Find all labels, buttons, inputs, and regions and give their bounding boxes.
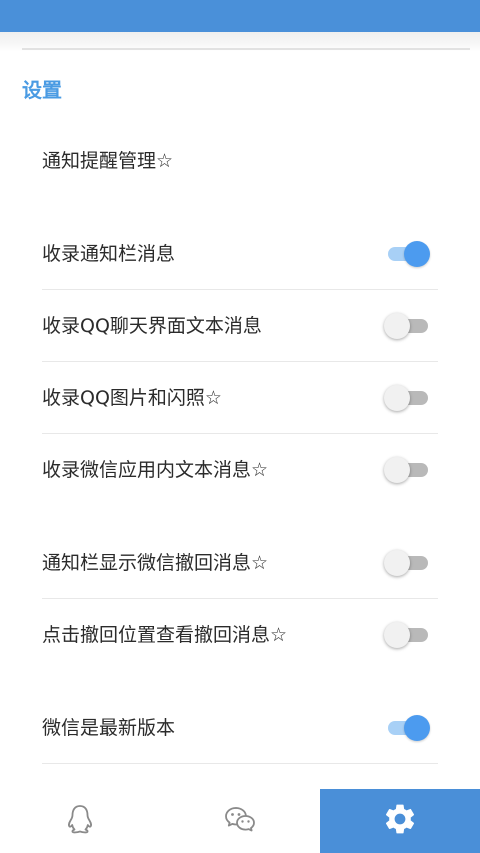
setting-label: 收录QQ聊天界面文本消息 xyxy=(42,315,262,337)
setting-row-capture-notification-bar[interactable]: 收录通知栏消息 xyxy=(42,218,438,290)
setting-row-click-recall-position[interactable]: 点击撤回位置查看撤回消息☆ xyxy=(42,599,438,671)
setting-row-capture-wechat-text[interactable]: 收录微信应用内文本消息☆ xyxy=(42,434,438,506)
nav-tab-wechat[interactable] xyxy=(160,789,320,853)
top-bar xyxy=(0,0,480,32)
page-title: 设置 xyxy=(22,78,62,102)
setting-row-capture-qq-chat-text[interactable]: 收录QQ聊天界面文本消息 xyxy=(42,290,438,362)
setting-label: 点击撤回位置查看撤回消息☆ xyxy=(42,624,288,646)
nav-tab-qq[interactable] xyxy=(0,789,160,853)
setting-label: 微信是最新版本 xyxy=(42,717,176,739)
setting-label: 收录通知栏消息 xyxy=(42,243,176,265)
capture-qq-images-toggle[interactable] xyxy=(384,385,430,411)
setting-label: 通知栏显示微信撤回消息☆ xyxy=(42,552,269,574)
capture-wechat-text-toggle[interactable] xyxy=(384,457,430,483)
show-wechat-recalled-toggle[interactable] xyxy=(384,550,430,576)
capture-qq-chat-text-toggle[interactable] xyxy=(384,313,430,339)
click-recall-position-toggle[interactable] xyxy=(384,622,430,648)
wechat-icon xyxy=(224,805,256,837)
capture-notification-bar-toggle[interactable] xyxy=(384,241,430,267)
setting-label: 收录微信应用内文本消息☆ xyxy=(42,459,269,481)
setting-row-capture-qq-images[interactable]: 收录QQ图片和闪照☆ xyxy=(42,362,438,434)
header-shadow xyxy=(0,32,480,52)
bottom-nav xyxy=(0,789,480,853)
setting-label: 收录QQ图片和闪照☆ xyxy=(42,387,222,409)
gear-icon xyxy=(382,801,418,841)
setting-row-wechat-latest-version[interactable]: 微信是最新版本 xyxy=(42,692,438,764)
setting-row-show-wechat-recalled[interactable]: 通知栏显示微信撤回消息☆ xyxy=(42,527,438,599)
qq-icon xyxy=(66,804,94,838)
wechat-latest-version-toggle[interactable] xyxy=(384,715,430,741)
notification-manager-label: 通知提醒管理☆ xyxy=(42,150,174,172)
notification-manager-item[interactable]: 通知提醒管理☆ xyxy=(42,125,438,197)
nav-tab-settings[interactable] xyxy=(320,789,480,853)
settings-screen: 设置 通知提醒管理☆ 收录通知栏消息 收录QQ聊天界面文本消息 收录QQ图片和闪… xyxy=(0,0,480,853)
